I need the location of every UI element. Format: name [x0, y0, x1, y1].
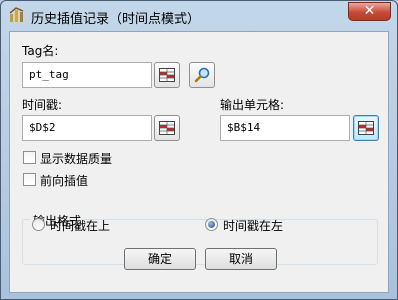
range-select-icon — [159, 121, 175, 135]
timestamp-range-button[interactable] — [154, 115, 180, 141]
tag-label: Tag名: — [22, 44, 59, 58]
dialog-window: 历史插值记录（时间点模式） ✕ Tag名: pt_tag 时间戳: $D$2 输… — [0, 0, 398, 300]
radio-time-on-left-label: 时间戳在左 — [223, 219, 284, 233]
range-select-icon — [159, 68, 175, 82]
dialog-body: Tag名: pt_tag 时间戳: $D$2 输出单元格: $B$14 显示数据… — [9, 31, 389, 293]
output-range-button[interactable] — [353, 115, 379, 141]
radio-time-on-left[interactable] — [205, 218, 218, 231]
app-icon — [9, 7, 24, 22]
radio-time-on-top[interactable] — [32, 218, 45, 231]
show-quality-checkbox[interactable] — [23, 151, 36, 164]
timestamp-label: 时间戳: — [22, 98, 63, 112]
tag-range-button[interactable] — [154, 62, 180, 88]
title-bar[interactable]: 历史插值记录（时间点模式） ✕ — [1, 1, 397, 31]
cancel-button[interactable]: 取消 — [205, 248, 277, 270]
close-button[interactable]: ✕ — [348, 2, 391, 21]
ok-button[interactable]: 确定 — [124, 248, 196, 270]
show-quality-label: 显示数据质量 — [40, 152, 113, 166]
forward-interp-label: 前向插值 — [40, 174, 89, 188]
tag-input[interactable]: pt_tag — [22, 62, 152, 88]
window-title: 历史插值记录（时间点模式） — [31, 12, 201, 27]
search-icon — [194, 67, 210, 83]
range-select-icon — [358, 121, 374, 135]
output-cell-input[interactable]: $B$14 — [220, 115, 350, 141]
radio-time-on-top-label: 时间戳在上 — [50, 219, 111, 233]
radio-selected-dot — [208, 221, 215, 228]
search-button[interactable] — [189, 62, 215, 88]
timestamp-input[interactable]: $D$2 — [22, 115, 152, 141]
close-icon: ✕ — [363, 3, 376, 19]
output-cell-label: 输出单元格: — [220, 98, 285, 112]
forward-interp-checkbox[interactable] — [23, 173, 36, 186]
